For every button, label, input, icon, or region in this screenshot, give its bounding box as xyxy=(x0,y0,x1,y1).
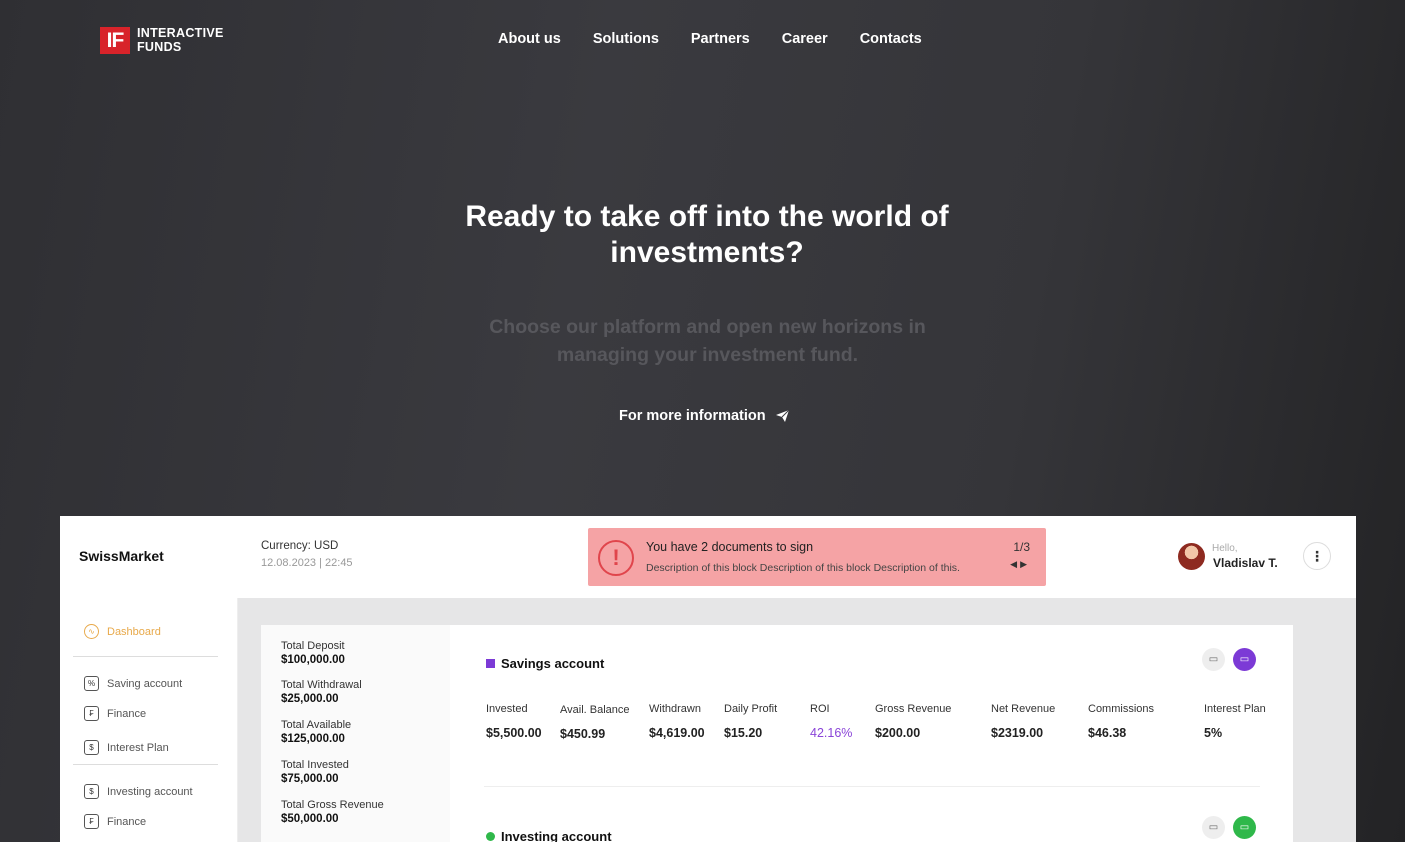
nav-career[interactable]: Career xyxy=(782,31,828,47)
exclamation-icon: ! xyxy=(598,540,634,576)
dollar-icon: $ xyxy=(84,784,99,799)
hero-subtitle: Choose our platform and open new horizon… xyxy=(489,316,926,366)
hero-title: Ready to take off into the world of inve… xyxy=(465,200,949,269)
nav-solutions[interactable]: Solutions xyxy=(593,31,659,47)
total-available: Total Available $125,000.00 xyxy=(281,719,351,745)
card-divider xyxy=(484,786,1260,787)
stat-value: $450.99 xyxy=(560,727,606,741)
sidebar-divider xyxy=(73,656,218,657)
nav-partners[interactable]: Partners xyxy=(691,31,750,47)
alert-title: You have 2 documents to sign xyxy=(646,540,814,554)
sidebar-item-investing-account[interactable]: $ Investing account xyxy=(84,784,193,799)
wallet-icon[interactable]: ▭ xyxy=(1202,648,1225,671)
total-label: Total Invested xyxy=(281,759,349,771)
logo[interactable]: IF INTERACTIVE FUNDS xyxy=(100,26,224,54)
stat-label: Withdrawn xyxy=(649,703,701,715)
accounts-card: Savings account ▭ ▭ Invested $5,500.00 A… xyxy=(450,625,1293,842)
alert-pager: ◀▶ xyxy=(1010,559,1030,570)
total-value: $75,000.00 xyxy=(281,773,339,785)
activity-icon: ∿ xyxy=(84,624,99,639)
sidebar-item-label: Finance xyxy=(107,815,147,828)
total-label: Total Available xyxy=(281,719,352,731)
main-nav: About us Solutions Partners Career Conta… xyxy=(498,31,922,47)
total-label: Total Gross Revenue xyxy=(281,799,384,811)
documents-alert[interactable]: ! You have 2 documents to sign Descripti… xyxy=(588,528,1046,586)
stat-label: Net Revenue xyxy=(991,703,1056,715)
total-invested: Total Invested $75,000.00 xyxy=(281,759,349,785)
user-greeting: Hello, xyxy=(1212,543,1238,554)
total-value: $25,000.00 xyxy=(281,693,339,705)
savings-account-title: Savings account xyxy=(486,656,604,671)
paper-plane-icon xyxy=(775,409,789,422)
stat-value: $5,500.00 xyxy=(486,726,542,740)
avatar[interactable] xyxy=(1178,543,1205,570)
total-gross-revenue: Total Gross Revenue $50,000.00 xyxy=(281,799,384,825)
finance-icon: ₣ xyxy=(84,706,99,721)
stat-label: Commissions xyxy=(1088,703,1155,715)
dashboard-brand: SwissMarket xyxy=(79,548,164,564)
logo-text: INTERACTIVE FUNDS xyxy=(137,26,224,54)
more-options-button[interactable]: ⋮ xyxy=(1303,542,1331,570)
currency-label: Currency: USD xyxy=(261,540,339,552)
caret-right-icon[interactable]: ▶ xyxy=(1020,559,1030,569)
sidebar-item-finance-investing[interactable]: ₣ Finance xyxy=(84,814,146,829)
stat-value: $200.00 xyxy=(875,726,921,740)
wallet-active-icon[interactable]: ▭ xyxy=(1233,648,1256,671)
total-value: $50,000.00 xyxy=(281,813,339,825)
user-name: Vladislav T. xyxy=(1213,556,1278,570)
finance-icon: ₣ xyxy=(84,814,99,829)
caret-left-icon[interactable]: ◀ xyxy=(1010,559,1020,569)
sidebar-item-label: Saving account xyxy=(107,677,183,690)
percent-icon: % xyxy=(84,676,99,691)
sidebar-item-label: Interest Plan xyxy=(107,741,169,754)
savings-title-label: Savings account xyxy=(501,656,605,671)
total-value: $100,000.00 xyxy=(281,654,345,666)
stat-value: $2319.00 xyxy=(991,726,1044,740)
stat-value: $46.38 xyxy=(1088,726,1127,740)
stat-label: Gross Revenue xyxy=(875,703,952,715)
dashboard-sidebar: ∿ Dashboard % Saving account ₣ Finance $… xyxy=(60,598,238,842)
nav-about-us[interactable]: About us xyxy=(498,31,561,47)
total-withdrawal: Total Withdrawal $25,000.00 xyxy=(281,679,362,705)
sidebar-item-interest-plan[interactable]: $ Interest Plan xyxy=(84,740,169,755)
alert-counter: 1/3 xyxy=(1013,540,1030,554)
investing-account-title: Investing account xyxy=(486,829,612,842)
purple-square-icon xyxy=(486,659,495,668)
sidebar-item-label: Investing account xyxy=(107,785,193,798)
stat-value-roi: 42.16% xyxy=(810,726,853,740)
more-info-link[interactable]: For more information xyxy=(619,408,790,424)
sidebar-divider xyxy=(73,764,218,765)
green-dot-icon xyxy=(486,832,495,841)
total-deposit: Total Deposit $100,000.00 xyxy=(281,640,345,666)
wallet-active-icon[interactable]: ▭ xyxy=(1233,816,1256,839)
sidebar-item-finance[interactable]: ₣ Finance xyxy=(84,706,146,721)
stat-value: 5% xyxy=(1204,726,1223,740)
document-icon: $ xyxy=(84,740,99,755)
stat-label: ROI xyxy=(810,703,830,715)
totals-panel: Total Deposit $100,000.00 Total Withdrawa… xyxy=(261,625,451,842)
total-value: $125,000.00 xyxy=(281,733,345,745)
nav-contacts[interactable]: Contacts xyxy=(860,31,922,47)
stat-label: Interest Plan xyxy=(1204,703,1266,715)
alert-description: Description of this block Description of… xyxy=(646,562,960,574)
wallet-icon[interactable]: ▭ xyxy=(1202,816,1225,839)
total-label: Total Withdrawal xyxy=(281,679,362,691)
stat-label: Invested xyxy=(486,703,528,715)
dashboard-header: SwissMarket Currency: USD 12.08.2023 | 2… xyxy=(60,516,1356,598)
total-label: Total Deposit xyxy=(281,640,345,652)
more-info-label: For more information xyxy=(619,408,766,424)
dashboard-preview: SwissMarket Currency: USD 12.08.2023 | 2… xyxy=(60,516,1356,842)
investing-title-label: Investing account xyxy=(501,829,612,842)
sidebar-item-saving-account[interactable]: % Saving account xyxy=(84,676,182,691)
sidebar-item-label: Finance xyxy=(107,707,147,720)
sidebar-item-label: Dashboard xyxy=(107,625,161,638)
sidebar-item-dashboard[interactable]: ∿ Dashboard xyxy=(84,624,161,639)
stat-value: $15.20 xyxy=(724,726,763,740)
logo-mark: IF xyxy=(100,26,130,54)
stat-label: Daily Profit xyxy=(724,703,778,715)
datetime-label: 12.08.2023 | 22:45 xyxy=(261,557,353,569)
stat-value: $4,619.00 xyxy=(649,726,705,740)
stat-label: Avail. Balance xyxy=(560,704,630,716)
